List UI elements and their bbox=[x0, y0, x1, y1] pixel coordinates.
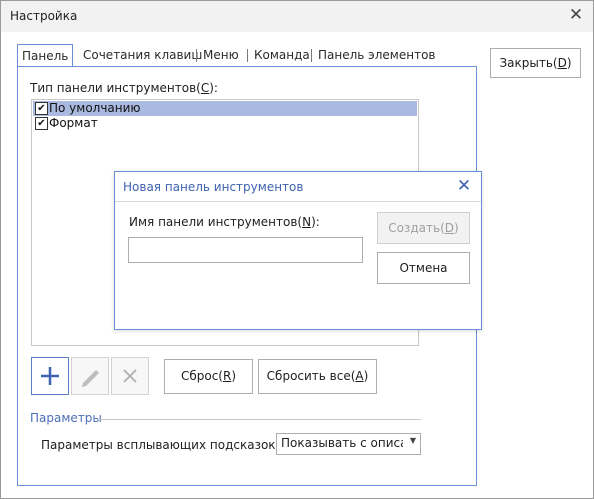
tab-divider bbox=[196, 49, 197, 62]
plus-icon bbox=[41, 367, 59, 385]
tab-divider bbox=[311, 49, 312, 62]
toolbar-name-label: Имя панели инструментов(N): bbox=[129, 215, 320, 229]
tab-controls-panel[interactable]: Панель элементов bbox=[318, 44, 436, 66]
tab-divider bbox=[247, 49, 248, 62]
toolbar-name-input[interactable] bbox=[128, 237, 363, 263]
checkbox-checked-icon[interactable]: ✔ bbox=[35, 117, 48, 130]
dialog-divider bbox=[115, 201, 481, 202]
toolbar-type-label: Тип панели инструментов(C): bbox=[30, 81, 218, 95]
params-group-title: Параметры bbox=[30, 411, 102, 425]
select-value: Показывать с описани bbox=[281, 436, 403, 450]
add-toolbar-button[interactable] bbox=[31, 357, 69, 395]
tab-menu[interactable]: Меню bbox=[203, 44, 239, 66]
chevron-down-icon: ▼ bbox=[409, 436, 416, 445]
tooltip-params-label: Параметры всплывающих подсказок(T): bbox=[41, 438, 296, 452]
new-toolbar-dialog: Новая панель инструментов ✕ Имя панели и… bbox=[114, 171, 482, 330]
delete-toolbar-button[interactable] bbox=[111, 357, 149, 395]
tab-command[interactable]: Команда bbox=[254, 44, 310, 66]
window-title: Настройка bbox=[10, 9, 78, 23]
list-item-label: По умолчанию bbox=[49, 101, 141, 115]
reset-button[interactable]: Сброс(R) bbox=[164, 359, 253, 394]
edit-toolbar-button[interactable] bbox=[71, 357, 109, 395]
tab-shortcuts[interactable]: Сочетания клавиш bbox=[83, 44, 202, 66]
tab-panel[interactable]: Панель bbox=[17, 44, 74, 67]
title-bar: Настройка ✕ bbox=[1, 1, 593, 32]
dialog-title: Новая панель инструментов bbox=[123, 180, 304, 194]
list-item[interactable]: ✔ Формат bbox=[33, 116, 417, 131]
close-icon[interactable]: ✕ bbox=[455, 176, 473, 196]
cross-icon bbox=[123, 369, 137, 383]
checkbox-checked-icon[interactable]: ✔ bbox=[35, 102, 48, 115]
create-button[interactable]: Создать(D) bbox=[377, 212, 470, 244]
tooltip-params-select[interactable]: Показывать с описани ▼ bbox=[276, 433, 421, 455]
list-item-label: Формат bbox=[49, 116, 98, 130]
group-divider bbox=[97, 419, 421, 420]
list-item[interactable]: ✔ По умолчанию bbox=[33, 101, 417, 116]
close-icon[interactable]: ✕ bbox=[567, 5, 585, 25]
reset-all-button[interactable]: Сбросить все(A) bbox=[258, 359, 377, 394]
pencil-icon bbox=[82, 370, 99, 387]
customize-window: Настройка ✕ Панель Сочетания клавиш Меню… bbox=[0, 0, 594, 499]
close-button[interactable]: Закрыть(D) bbox=[490, 48, 581, 78]
cancel-button[interactable]: Отмена bbox=[377, 252, 470, 284]
